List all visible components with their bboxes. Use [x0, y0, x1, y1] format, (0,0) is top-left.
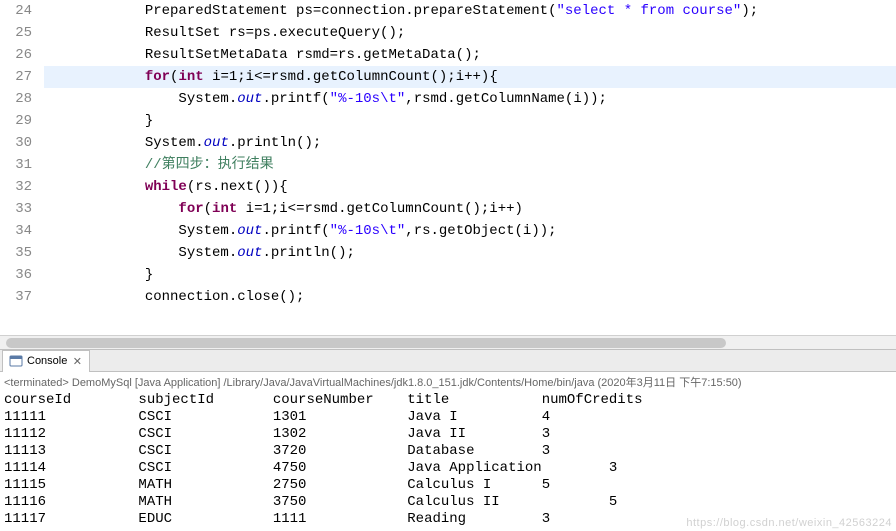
- line-number: 36: [0, 264, 32, 286]
- termination-status-line: <terminated> DemoMySql [Java Application…: [0, 372, 896, 392]
- code-line[interactable]: System.out.printf("%-10s\t",rs.getObject…: [44, 220, 896, 242]
- code-line[interactable]: for(int i=1;i<=rsmd.getColumnCount();i++…: [44, 66, 896, 88]
- watermark: https://blog.csdn.net/weixin_42563224: [686, 517, 892, 529]
- line-number: 27: [0, 66, 32, 88]
- line-number: 35: [0, 242, 32, 264]
- console-tabbar: Console ✕: [0, 350, 896, 372]
- line-number: 30: [0, 132, 32, 154]
- code-line[interactable]: }: [44, 264, 896, 286]
- code-line[interactable]: System.out.println();: [44, 242, 896, 264]
- line-number: 37: [0, 286, 32, 308]
- line-number: 24: [0, 0, 32, 22]
- console-panel: Console ✕ <terminated> DemoMySql [Java A…: [0, 349, 896, 528]
- line-number: 29: [0, 110, 32, 132]
- line-number: 33: [0, 198, 32, 220]
- code-area[interactable]: PreparedStatement ps=connection.prepareS…: [40, 0, 896, 308]
- scrollbar-thumb[interactable]: [6, 338, 726, 348]
- console-icon: [9, 354, 23, 368]
- code-line[interactable]: System.out.printf("%-10s\t",rsmd.getColu…: [44, 88, 896, 110]
- line-number: 25: [0, 22, 32, 44]
- code-line[interactable]: System.out.println();: [44, 132, 896, 154]
- code-line[interactable]: connection.close();: [44, 286, 896, 308]
- tab-console-label: Console: [27, 355, 67, 367]
- close-icon[interactable]: ✕: [71, 355, 83, 367]
- code-editor[interactable]: 2425262728293031323334353637 PreparedSta…: [0, 0, 896, 335]
- code-line[interactable]: while(rs.next()){: [44, 176, 896, 198]
- editor-horizontal-scrollbar[interactable]: [0, 335, 896, 349]
- tab-console[interactable]: Console ✕: [2, 350, 90, 372]
- code-line[interactable]: for(int i=1;i<=rsmd.getColumnCount();i++…: [44, 198, 896, 220]
- line-number: 26: [0, 44, 32, 66]
- code-line[interactable]: ResultSetMetaData rsmd=rs.getMetaData();: [44, 44, 896, 66]
- code-line[interactable]: PreparedStatement ps=connection.prepareS…: [44, 0, 896, 22]
- code-line[interactable]: //第四步：执行结果: [44, 154, 896, 176]
- line-number: 31: [0, 154, 32, 176]
- line-number: 34: [0, 220, 32, 242]
- code-line[interactable]: ResultSet rs=ps.executeQuery();: [44, 22, 896, 44]
- console-output[interactable]: courseId subjectId courseNumber title nu…: [0, 392, 896, 528]
- line-number: 28: [0, 88, 32, 110]
- line-number-gutter: 2425262728293031323334353637: [0, 0, 40, 308]
- code-line[interactable]: }: [44, 110, 896, 132]
- line-number: 32: [0, 176, 32, 198]
